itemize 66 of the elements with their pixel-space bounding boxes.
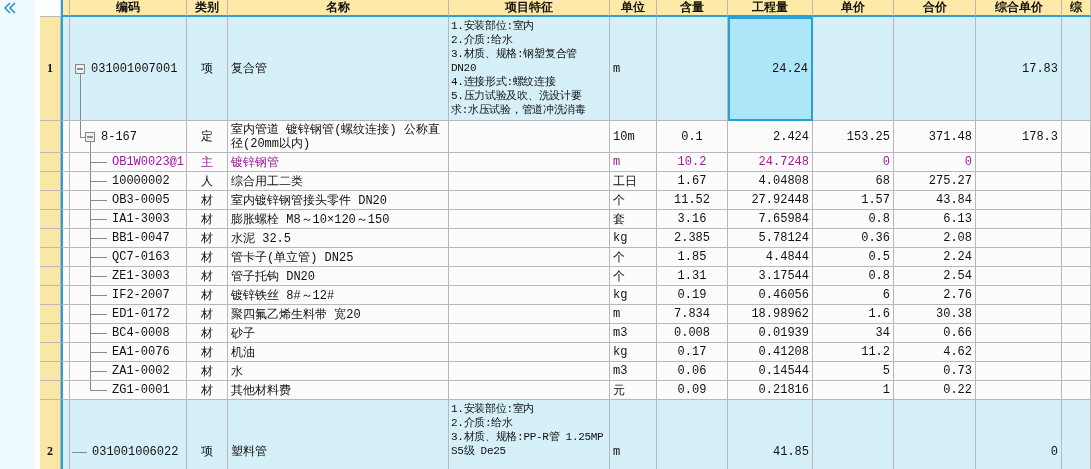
- table-cell: 41.85: [728, 400, 813, 469]
- row-header[interactable]: [40, 210, 61, 229]
- item-code: ZE1-3003: [112, 269, 170, 283]
- row-header[interactable]: [40, 324, 61, 343]
- row-header[interactable]: 1: [40, 17, 61, 121]
- column-header: [61, 0, 70, 17]
- column-header[interactable]: 合价: [894, 0, 976, 17]
- feature-line: DN20: [451, 61, 478, 75]
- item-code: ZG1-0001: [112, 383, 170, 397]
- table-cell: 项: [187, 400, 228, 469]
- feature-line: 4.连接形式:螺纹连接: [451, 75, 557, 89]
- item-code: EA1-0076: [112, 345, 170, 359]
- column-header[interactable]: 名称: [228, 0, 449, 17]
- table-cell: 塑料管: [228, 400, 449, 469]
- column-header[interactable]: 工程量: [728, 0, 813, 17]
- row-header[interactable]: [40, 267, 61, 286]
- feature-line: 3.材质、规格:钢塑复合管: [451, 47, 578, 61]
- column-header[interactable]: 编码: [70, 0, 187, 17]
- row-header[interactable]: [40, 172, 61, 191]
- feature-line: 2.介质:给水: [451, 416, 514, 430]
- row-header[interactable]: [40, 381, 61, 400]
- row-header[interactable]: [40, 343, 61, 362]
- table-cell: m: [610, 400, 657, 469]
- feature-line: 1.安装部位:室内: [451, 402, 536, 416]
- header-corner: [40, 0, 61, 17]
- row-header[interactable]: 2: [40, 400, 61, 469]
- feature-line: 2.介质:给水: [451, 33, 514, 47]
- item-code: OB1W0023@1: [112, 155, 184, 169]
- row-header[interactable]: [40, 191, 61, 210]
- double-chevron-icon[interactable]: [4, 2, 16, 14]
- row-header[interactable]: [40, 362, 61, 381]
- table-cell: 24.24: [728, 17, 813, 121]
- row-header[interactable]: [40, 121, 61, 153]
- feature-line: 3.材质、规格:PP-R管 1.25MP: [451, 430, 604, 444]
- column-header[interactable]: 综合单价: [976, 0, 1062, 17]
- tree-line: [72, 451, 87, 453]
- item-code: QC7-0163: [112, 250, 170, 264]
- item-code: IF2-2007: [112, 288, 170, 302]
- item-code: 031001007001: [91, 61, 178, 76]
- item-code: BC4-0008: [112, 326, 170, 340]
- item-code: IA1-3003: [112, 212, 170, 226]
- row-header[interactable]: [40, 153, 61, 172]
- item-code: 8-167: [101, 129, 137, 144]
- feature-line: S5级 De25: [451, 444, 507, 458]
- column-header[interactable]: 综: [1062, 0, 1091, 17]
- column-header[interactable]: 含量: [657, 0, 728, 17]
- table-cell: 0: [976, 400, 1062, 469]
- column-header[interactable]: 单价: [813, 0, 894, 17]
- column-header[interactable]: 项目特征: [449, 0, 610, 17]
- row-header[interactable]: [40, 286, 61, 305]
- collapse-icon[interactable]: [75, 63, 85, 74]
- feature-line: 5.压力试验及吹、洗设计要: [451, 89, 583, 103]
- column-header[interactable]: 单位: [610, 0, 657, 17]
- row-header[interactable]: [40, 305, 61, 324]
- collapse-icon[interactable]: [85, 131, 95, 142]
- feature-line: 1.安装部位:室内: [451, 19, 536, 33]
- item-code: OB3-0005: [112, 193, 170, 207]
- item-code: ED1-0172: [112, 307, 170, 321]
- column-header[interactable]: 类别: [187, 0, 228, 17]
- item-code: BB1-0047: [112, 231, 170, 245]
- item-code: 031001006022: [92, 444, 179, 459]
- row-header[interactable]: [40, 248, 61, 267]
- row-header[interactable]: [40, 229, 61, 248]
- item-code: 10000002: [112, 174, 170, 188]
- feature-line: 求:水压试验，管道冲洗消毒: [451, 103, 586, 117]
- item-code: ZA1-0002: [112, 364, 170, 378]
